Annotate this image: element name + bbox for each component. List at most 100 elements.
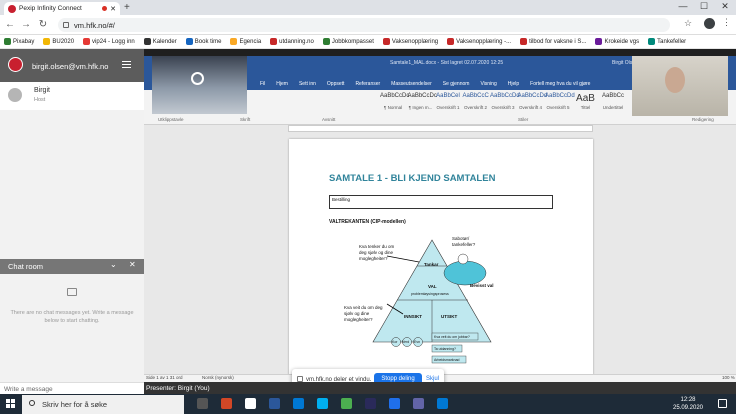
profile-avatar[interactable] [704,18,715,29]
bookmark-item[interactable]: Vaksenopplæring -... [447,38,511,45]
notification-icon[interactable] [718,399,727,408]
bookmark-favicon-icon [520,38,528,45]
word-tab[interactable]: Fil [260,81,265,87]
browser-menu-icon[interactable]: ⋮ [722,17,731,28]
presenter-label: Presenter: Birgit (You) [146,385,210,392]
bookmark-item[interactable]: tilbod for vaksne i S... [520,38,586,45]
bookmark-item[interactable]: utdanning.no [270,38,314,45]
bookmark-item[interactable]: Krokeide vgs [595,38,639,45]
bookmark-star-icon[interactable]: ☆ [684,18,692,29]
hamburger-menu-icon[interactable] [122,61,131,68]
word-tab[interactable]: Oppsett [327,81,345,87]
word-tab[interactable]: Hjem [276,81,288,87]
style-gallery-item[interactable]: AaBbCcDd Overskrift 5 [545,93,575,115]
word-page-count: Side 1 av 1 31 ord [146,375,183,380]
bookmark-label: Vaksenopplæring -... [456,38,512,45]
bookmark-item[interactable]: BU2020 [43,38,74,45]
bookmark-label: Krokeide vgs [604,38,640,45]
close-chat-icon[interactable]: ✕ [129,260,136,269]
style-name: Overskrift 4 [518,105,542,110]
taskbar-app-icon[interactable] [317,398,328,409]
word-tab[interactable]: Masseutsendelser [391,81,432,87]
style-preview: AaBbCcDd [545,93,575,99]
word-tab[interactable]: Hjelp [508,81,519,87]
diagram-circle-3: Evn [414,340,421,344]
word-tab[interactable]: Se gjennom [443,81,470,87]
style-gallery-item[interactable]: AaBbCel Overskrift 1 [435,93,461,115]
style-gallery-item[interactable]: AaB Tittel [573,93,599,115]
bookmark-label: vip24 - Logg inn [92,38,135,45]
taskbar-clock[interactable]: 12:28 25.09.2020 [672,396,704,412]
word-tab[interactable]: Fortell meg hva du vil gjøre [530,81,590,87]
lock-icon[interactable] [63,22,69,28]
chat-empty-message: There are no chat messages yet. Write a … [10,310,134,324]
bookmark-item[interactable]: Book time [185,38,221,45]
bookmark-item[interactable]: vip24 - Logg inn [83,38,135,45]
bookmark-item[interactable]: Kalender [143,38,177,45]
bookmark-label: Tankefeller [657,38,687,45]
presenter-bar [144,382,736,394]
word-tab[interactable]: Referanser [355,81,380,87]
forward-icon[interactable]: → [20,19,32,30]
bookmark-item[interactable]: Egencia [230,38,261,45]
bookmark-label: Jobbkompasset [331,38,374,45]
minimize-button[interactable]: — [676,1,690,11]
word-title: Samtale1_MAL.docx - Sist lagret 02.07.20… [390,60,504,66]
document-title: SAMTALE 1 - BLI KJEND SAMTALEN [329,173,496,184]
search-icon [29,400,35,406]
bestilling-label: Bestilling [332,197,351,202]
close-window-button[interactable]: ✕ [718,1,732,12]
taskbar-app-icon[interactable] [197,398,208,409]
taskbar-app-icon[interactable] [245,398,256,409]
tab-title: Pexip Infinity Connect [19,5,82,12]
taskbar-app-icon[interactable] [341,398,352,409]
new-tab-button[interactable]: + [124,2,130,13]
bookmark-item[interactable]: Vaksenopplæring [382,38,438,45]
taskbar-app-icon[interactable] [365,398,376,409]
close-tab-icon[interactable]: ✕ [110,5,116,13]
style-gallery-item[interactable]: AaBbCcDc ¶ Normal [380,93,409,115]
chat-header: Chat room [0,259,144,274]
taskbar-app-icon[interactable] [413,398,424,409]
participant-face [665,67,685,93]
style-gallery-item[interactable]: AaBbCcDd Overskrift 4 [518,93,548,115]
taskbar-app-icon[interactable] [293,398,304,409]
bookmark-item[interactable]: Tankefeller [648,38,686,45]
bookmark-item[interactable]: Pixabay [4,38,34,45]
taskbar-app-icon[interactable] [221,398,232,409]
chevron-down-icon[interactable]: ⌄ [110,260,117,269]
style-name: Overskrift 2 [463,105,487,110]
taskbar-app-icon[interactable] [389,398,400,409]
bookmark-favicon-icon [648,38,656,45]
back-icon[interactable]: ← [4,19,16,30]
style-gallery-item[interactable]: AaBbCcDd Overskrift 3 [490,93,520,115]
bookmarks-bar: Pixabay BU2020 vip24 - Logg inn Kalender Boo… [0,35,736,49]
bookmark-item[interactable]: Jobbkompasset [322,38,374,45]
maximize-button[interactable]: ☐ [697,1,711,12]
taskbar-app-icon[interactable] [437,398,448,409]
word-tab[interactable]: Visning [480,81,496,87]
style-gallery-item[interactable]: AaBbCc Undertittel [600,93,626,115]
word-tab[interactable]: Sett inn [299,81,316,87]
bookmark-favicon-icon [595,38,603,45]
reload-icon[interactable]: ↻ [37,19,49,30]
url-input[interactable]: vm.hfk.no/#/ [58,18,670,32]
browser-tab[interactable]: Pexip Infinity Connect ✕ [4,2,120,15]
style-gallery-item[interactable]: AaBbCcDc ¶ Ingen m... [408,93,437,115]
taskbar-search[interactable]: Skriv her for å søke [22,395,184,414]
self-view-video[interactable] [152,56,247,114]
bookmark-favicon-icon [43,38,51,45]
style-preview: AaBbCel [436,93,460,99]
style-gallery-item[interactable]: AaBbCcC Overskrift 2 [463,93,489,115]
diagram-circle-2: Verd [402,340,410,344]
taskbar-app-icon[interactable] [269,398,280,409]
word-zoom[interactable]: 100 % [722,375,735,380]
chat-message-input[interactable]: Write a message [0,382,144,394]
valtrekanten-title: VALTREKANTEN (CIP-modellen) [329,219,406,225]
org-logo-icon [8,57,23,72]
windows-start-icon[interactable] [6,399,16,409]
bookmark-label: utdanning.no [279,38,314,45]
diagram-tankar: Tankar [424,262,439,267]
ribbon-section-label: Redigering [692,117,714,122]
participant-role: Host [34,97,46,103]
